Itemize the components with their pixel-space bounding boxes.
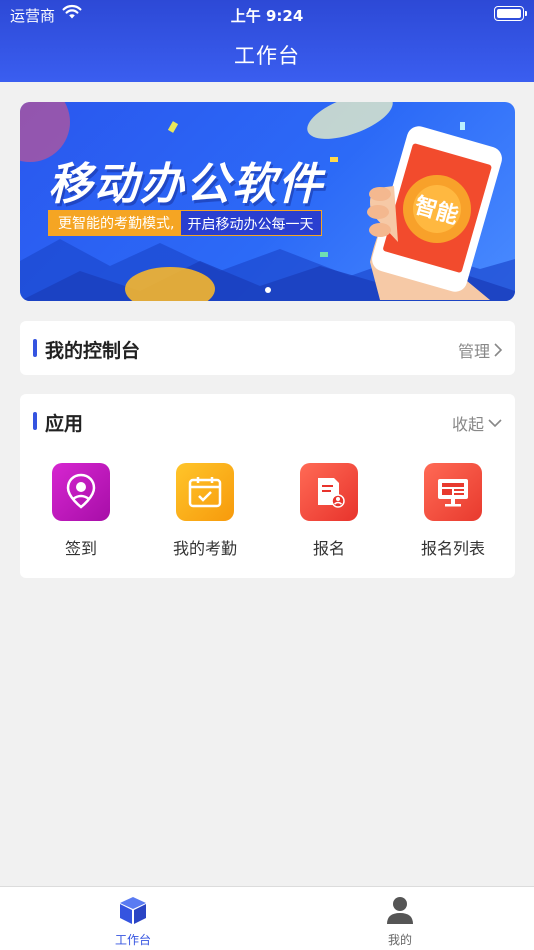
chevron-right-icon bbox=[494, 343, 503, 357]
app-label: 报名列表 bbox=[420, 539, 485, 558]
banner-subtitle-right: 开启移动办公每一天 bbox=[180, 210, 323, 236]
status-bar: 运营商 上午 9:24 bbox=[0, 0, 534, 28]
cube-icon bbox=[120, 897, 146, 924]
collapse-label: 收起 bbox=[451, 415, 484, 434]
apps-grid: 签到 我的考勤 报名 报名列表 bbox=[20, 463, 515, 563]
tab-label: 我的 bbox=[387, 933, 412, 947]
manage-label: 管理 bbox=[457, 342, 490, 361]
app-attendance[interactable]: 我的考勤 bbox=[150, 463, 260, 559]
app-label: 报名 bbox=[312, 539, 345, 558]
tab-workbench[interactable]: 工作台 bbox=[73, 895, 193, 948]
apps-card: 应用 收起 签到 我的考勤 报名 报名列表 bbox=[20, 394, 515, 578]
manage-button[interactable]: 管理 bbox=[458, 338, 503, 362]
app-label: 签到 bbox=[64, 539, 97, 558]
app-checkin[interactable]: 签到 bbox=[26, 463, 136, 559]
app-signup-list[interactable]: 报名列表 bbox=[398, 463, 508, 559]
nav-header: 运营商 上午 9:24 工作台 bbox=[0, 0, 534, 82]
monitor-list-icon bbox=[424, 463, 482, 521]
chevron-down-icon bbox=[488, 419, 502, 428]
tab-label: 工作台 bbox=[114, 933, 151, 947]
location-pin-icon bbox=[52, 463, 110, 521]
bottom-tab-bar: 工作台 我的 bbox=[0, 886, 534, 950]
console-card: 我的控制台 管理 bbox=[20, 321, 515, 375]
banner-headline: 移动办公软件 bbox=[48, 159, 324, 210]
section-accent-bar bbox=[33, 412, 37, 430]
person-icon bbox=[387, 897, 413, 924]
banner-subtitle-left: 更智能的考勤模式, bbox=[48, 210, 181, 236]
app-signup[interactable]: 报名 bbox=[274, 463, 384, 559]
collapse-button[interactable]: 收起 bbox=[452, 411, 503, 435]
promo-banner[interactable]: 移动办公软件 更智能的考勤模式, 开启移动办公每一天 智能 bbox=[20, 102, 515, 301]
battery-icon bbox=[494, 6, 527, 21]
console-title: 我的控制台 bbox=[45, 340, 141, 362]
app-label: 我的考勤 bbox=[172, 539, 237, 558]
status-time: 上午 9:24 bbox=[230, 7, 304, 25]
pager-dot[interactable] bbox=[264, 287, 271, 293]
calendar-check-icon bbox=[176, 463, 234, 521]
signup-form-icon bbox=[300, 463, 358, 521]
tab-mine[interactable]: 我的 bbox=[340, 895, 460, 948]
phone-hand-illustration: 智能 bbox=[367, 126, 502, 300]
page-title: 工作台 bbox=[234, 44, 300, 68]
apps-title: 应用 bbox=[45, 413, 84, 435]
banner-subtitle: 更智能的考勤模式, 开启移动办公每一天 bbox=[48, 210, 323, 236]
banner-pager[interactable] bbox=[20, 278, 515, 297]
section-accent-bar bbox=[33, 339, 37, 357]
